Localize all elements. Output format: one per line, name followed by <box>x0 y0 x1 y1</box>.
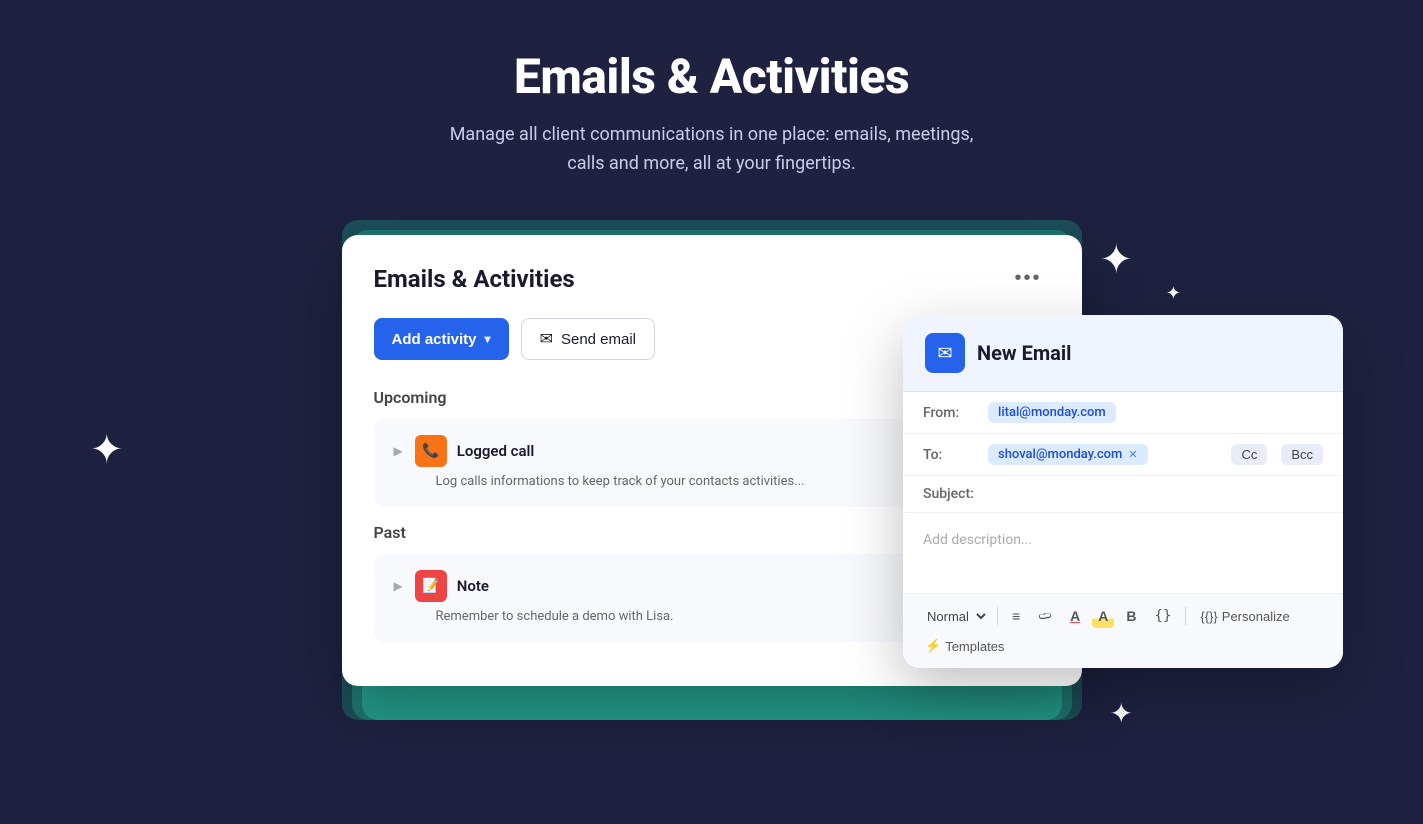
templates-label: Templates <box>945 639 1004 654</box>
note-icon: 📝 <box>415 570 447 602</box>
note-header: ▶ 📝 Note <box>394 570 489 602</box>
card-header: Emails & Activities ••• <box>374 263 1050 294</box>
email-fields: From: lital@monday.com To: shoval@monday… <box>903 392 1343 593</box>
from-chip: lital@monday.com <box>988 402 1116 423</box>
email-panel-icon: ✉ <box>925 333 965 373</box>
email-panel: ✉ New Email From: lital@monday.com To: s… <box>903 315 1343 668</box>
email-panel-header: ✉ New Email <box>903 315 1343 392</box>
to-chip: shoval@monday.com ✕ <box>988 444 1148 465</box>
hero-title: Emails & Activities <box>0 48 1423 105</box>
toolbar-separator-1 <box>997 607 998 625</box>
highlight-icon[interactable]: A <box>1092 604 1114 628</box>
subject-input[interactable] <box>988 486 1323 502</box>
description-area: Add description... <box>903 513 1343 593</box>
from-row: From: lital@monday.com <box>903 392 1343 434</box>
sparkle-top-right: ✦ <box>1099 240 1133 280</box>
to-chip-remove[interactable]: ✕ <box>1128 448 1137 461</box>
bcc-button[interactable]: Bcc <box>1281 444 1323 465</box>
personalize-button[interactable]: {{}} Personalize <box>1194 605 1295 628</box>
bold-icon[interactable]: B <box>1120 604 1142 628</box>
logged-call-title: Logged call <box>457 442 535 460</box>
email-icon: ✉ <box>540 329 553 349</box>
sparkle-left: ✦ <box>90 430 124 470</box>
to-label: To: <box>923 447 978 463</box>
from-label: From: <box>923 405 978 421</box>
description-placeholder: Add description... <box>923 532 1032 548</box>
templates-icon: ⚡ <box>925 638 941 654</box>
add-activity-button[interactable]: Add activity ▾ <box>374 318 509 360</box>
hero-section: Emails & Activities Manage all client co… <box>0 0 1423 211</box>
expand-arrow-icon[interactable]: ▶ <box>394 444 403 458</box>
note-expand-arrow[interactable]: ▶ <box>394 579 403 593</box>
font-color-icon[interactable]: A <box>1064 604 1086 628</box>
hero-subtitle: Manage all client communications in one … <box>432 121 992 179</box>
subject-label: Subject: <box>923 486 978 502</box>
chevron-down-icon: ▾ <box>485 332 491 346</box>
link-icon[interactable] <box>1032 605 1058 627</box>
to-row: To: shoval@monday.com ✕ Cc Bcc <box>903 434 1343 476</box>
send-email-label: Send email <box>561 331 636 348</box>
list-icon[interactable]: ≡ <box>1006 604 1026 628</box>
sparkle-top-right-small: ✦ <box>1166 285 1181 303</box>
cc-button[interactable]: Cc <box>1231 444 1267 465</box>
send-email-button[interactable]: ✉ Send email <box>521 318 655 360</box>
templates-button[interactable]: ⚡ Templates <box>919 634 1010 658</box>
personalize-icon: {{}} <box>1200 609 1217 624</box>
card-title: Emails & Activities <box>374 265 575 293</box>
personalize-label: Personalize <box>1222 609 1290 624</box>
toolbar-separator-2 <box>1185 607 1186 625</box>
note-title: Note <box>457 577 489 595</box>
format-select[interactable]: Normal <box>919 605 989 628</box>
sparkle-bottom-right: ✦ <box>1110 700 1133 728</box>
more-options-button[interactable]: ••• <box>1006 263 1049 294</box>
subject-row: Subject: <box>903 476 1343 513</box>
call-icon: 📞 <box>415 435 447 467</box>
email-toolbar: Normal ≡ A A B {} {{}} Personalize ⚡ Tem… <box>903 593 1343 668</box>
add-activity-label: Add activity <box>392 331 477 348</box>
email-panel-title: New Email <box>977 341 1071 365</box>
code-icon[interactable]: {} <box>1149 604 1178 628</box>
